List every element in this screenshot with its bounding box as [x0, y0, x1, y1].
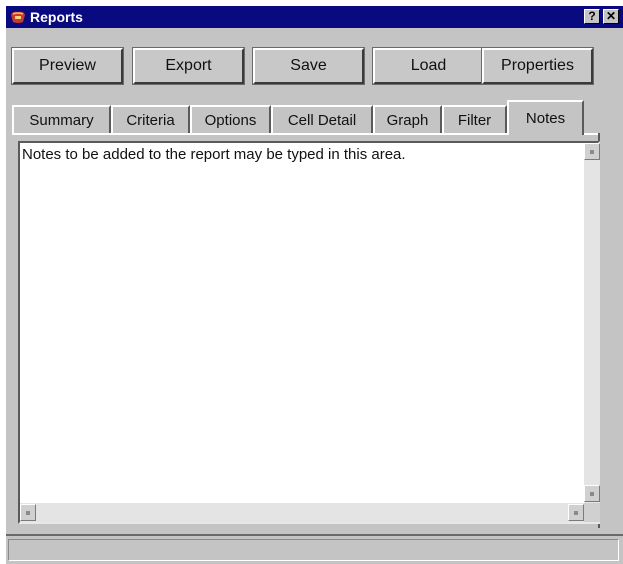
notes-text: Notes to be added to the report may be t… — [22, 146, 406, 163]
status-text — [8, 539, 619, 561]
tab-options[interactable]: Options — [190, 105, 271, 133]
tab-summary[interactable]: Summary — [12, 105, 111, 133]
help-button[interactable]: ? — [584, 9, 600, 24]
notes-textarea[interactable]: Notes to be added to the report may be t… — [18, 141, 600, 524]
reports-window: Reports ? ✕ Preview Export Save Load Pro… — [6, 6, 623, 564]
load-button[interactable]: Load — [373, 48, 484, 84]
window-title: Reports — [30, 9, 83, 25]
title-bar[interactable]: Reports ? ✕ — [6, 6, 623, 28]
horizontal-scrollbar[interactable] — [20, 503, 584, 522]
properties-button[interactable]: Properties — [482, 48, 593, 84]
save-button[interactable]: Save — [253, 48, 364, 84]
reports-app-icon — [11, 11, 25, 23]
vertical-scrollbar[interactable] — [584, 143, 600, 503]
tab-filter[interactable]: Filter — [442, 105, 507, 133]
preview-button[interactable]: Preview — [12, 48, 123, 84]
scroll-up-button[interactable] — [584, 143, 600, 160]
scroll-right-button[interactable] — [568, 504, 584, 521]
tab-cell-detail[interactable]: Cell Detail — [271, 105, 373, 133]
tab-criteria[interactable]: Criteria — [111, 105, 190, 133]
tab-graph[interactable]: Graph — [373, 105, 442, 133]
scrollbar-corner — [584, 503, 600, 522]
scroll-left-button[interactable] — [20, 504, 36, 521]
status-bar — [6, 534, 623, 564]
scroll-down-button[interactable] — [584, 485, 600, 502]
close-button[interactable]: ✕ — [603, 9, 619, 24]
tab-notes[interactable]: Notes — [507, 100, 584, 135]
export-button[interactable]: Export — [133, 48, 244, 84]
